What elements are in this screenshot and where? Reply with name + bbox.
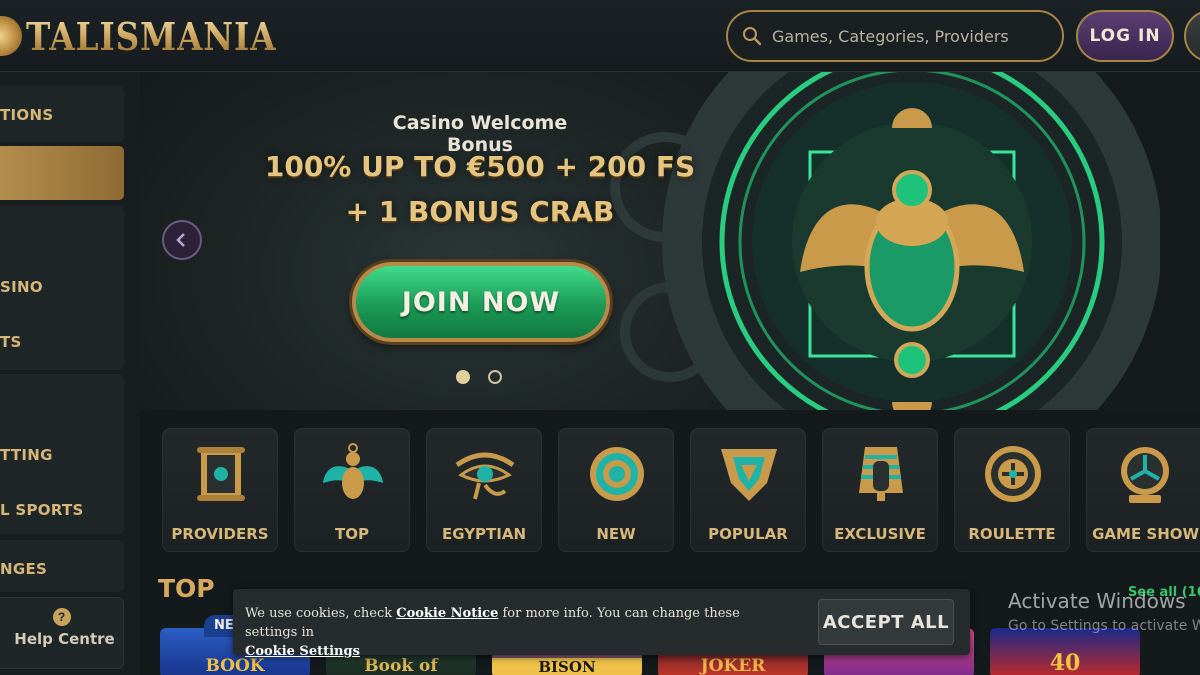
hero-banner[interactable]: Casino Welcome Bonus 100% UP TO €500 + 2…: [140, 72, 1200, 410]
help-centre-button[interactable]: ? Help Centre: [0, 597, 124, 669]
category-game-shows[interactable]: GAME SHOWS: [1086, 428, 1200, 552]
slide-dot-2[interactable]: [488, 370, 502, 384]
banner-title-line1: 100% UP TO €500 + 200 FS: [264, 150, 696, 183]
sidebar-item-betting[interactable]: TTING: [0, 446, 124, 464]
question-icon: ?: [52, 608, 71, 626]
sidebar-item-active[interactable]: [0, 146, 124, 200]
category-label: POPULAR: [708, 525, 788, 543]
sidebar-item-promotions[interactable]: TIONS: [0, 106, 124, 124]
signup-button[interactable]: [1184, 10, 1200, 62]
pharaoh-icon: [859, 447, 903, 501]
category-egyptian[interactable]: EGYPTIAN: [426, 428, 542, 552]
cookie-settings-link[interactable]: Cookie Settings: [245, 644, 360, 659]
logo-emblem-icon: [0, 16, 22, 56]
search-icon: [743, 27, 762, 46]
roulette-wheel-icon: [985, 446, 1041, 502]
sidebar: TIONS SINO TS TTING L SPORTS NGES ? Help…: [0, 72, 140, 675]
sidebar-item-challenges[interactable]: NGES: [0, 560, 124, 578]
category-top[interactable]: TOP: [294, 428, 410, 552]
logo-text: TALISMANIA: [26, 13, 277, 59]
category-roulette[interactable]: ROULETTE: [954, 428, 1070, 552]
join-now-button[interactable]: JOIN NOW: [352, 262, 610, 342]
login-button[interactable]: LOG IN: [1076, 10, 1174, 62]
category-label: NEW: [596, 525, 636, 543]
header: TALISMANIA LOG IN: [0, 0, 1200, 72]
scarab-medallion-art: [662, 72, 1160, 410]
category-label: EGYPTIAN: [441, 525, 527, 543]
category-popular[interactable]: POPULAR: [690, 428, 806, 552]
accept-all-button[interactable]: ACCEPT ALL: [818, 599, 954, 645]
section-title-top: TOP: [158, 574, 215, 603]
help-centre-label: Help Centre: [14, 630, 115, 648]
banner-prev-button[interactable]: [162, 220, 202, 260]
sidebar-item-sports[interactable]: TS: [0, 333, 124, 351]
cookie-text-start: We use cookies, check: [245, 606, 397, 621]
sidebar-item-virtual-sports[interactable]: L SPORTS: [0, 501, 124, 519]
category-label: TOP: [335, 525, 369, 543]
category-label: PROVIDERS: [171, 525, 269, 543]
cookie-notice-link[interactable]: Cookie Notice: [396, 606, 498, 621]
game-tile-40[interactable]: 40: [990, 628, 1140, 675]
activate-windows-subtitle: Go to Settings to activate W: [1008, 618, 1200, 634]
cookie-message: We use cookies, check Cookie Notice for …: [245, 604, 765, 661]
activate-windows-title: Activate Windows: [1008, 589, 1186, 613]
scarab-icon: [323, 443, 383, 499]
category-label: GAME SHOWS: [1092, 525, 1200, 543]
logo[interactable]: TALISMANIA: [0, 10, 317, 62]
banner-title-line2: + 1 BONUS CRAB: [345, 195, 615, 228]
category-label: ROULETTE: [968, 525, 1056, 543]
sphinx-mask-icon: [721, 449, 777, 501]
slide-dot-1[interactable]: [456, 370, 470, 384]
category-exclusive[interactable]: EXCLUSIVE: [822, 428, 938, 552]
category-new[interactable]: NEW: [558, 428, 674, 552]
prize-wheel-icon: [1121, 447, 1169, 503]
sidebar-item-casino[interactable]: SINO: [0, 278, 124, 296]
category-label: EXCLUSIVE: [834, 525, 926, 543]
scroll-icon: [197, 447, 245, 501]
eye-of-horus-icon: [455, 452, 515, 500]
chevron-left-icon: [176, 233, 185, 247]
sun-disc-icon: [590, 447, 644, 501]
search-input[interactable]: [772, 26, 1052, 46]
search-bar[interactable]: [726, 10, 1064, 62]
game-tile-title: 40: [1049, 650, 1081, 675]
category-providers[interactable]: PROVIDERS: [162, 428, 278, 552]
cookie-banner: We use cookies, check Cookie Notice for …: [233, 589, 970, 659]
